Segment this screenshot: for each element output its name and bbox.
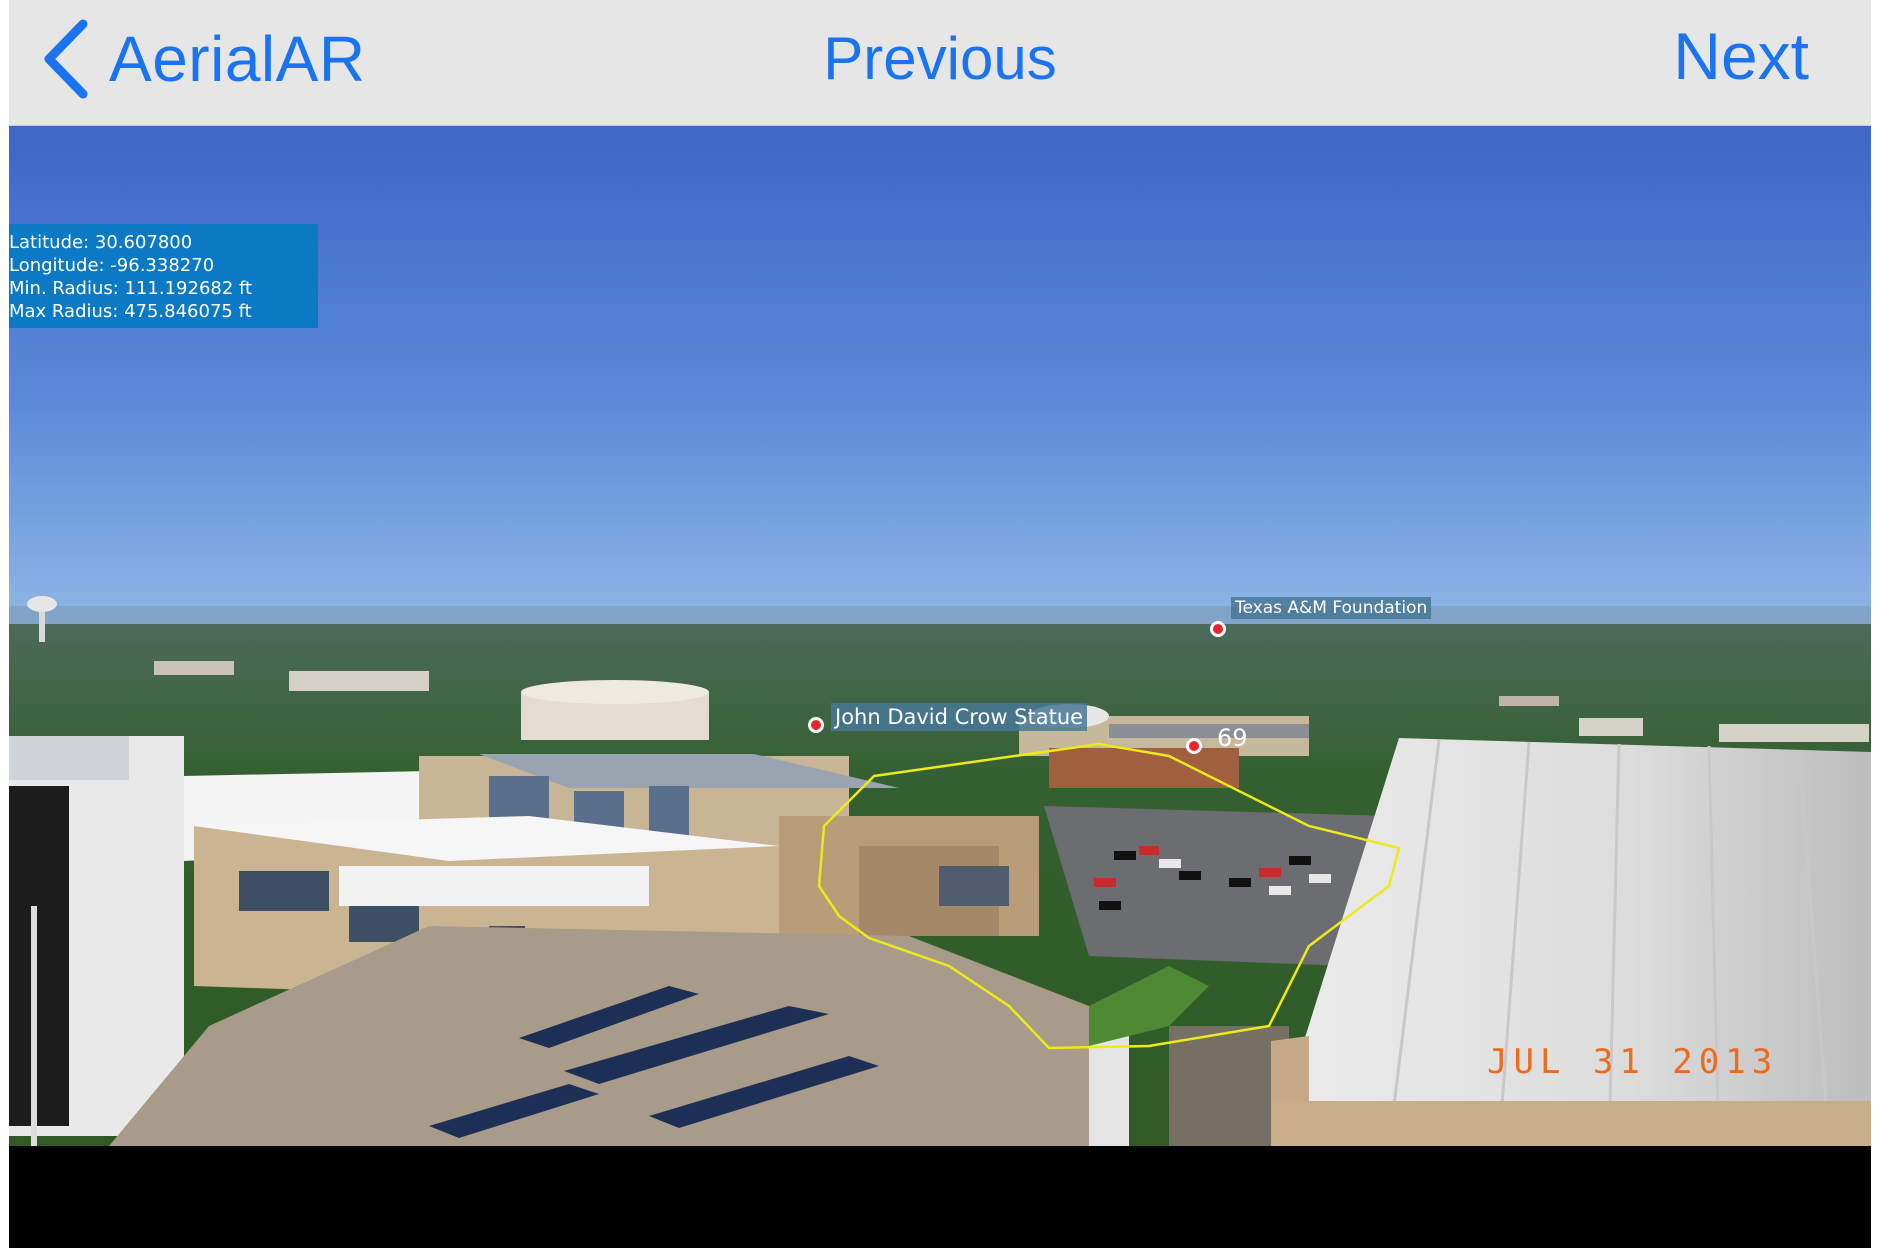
poi-label-texas-am-foundation[interactable]: Texas A&M Foundation bbox=[1231, 597, 1432, 619]
bottom-letterbox bbox=[9, 1146, 1871, 1248]
latitude-text: Latitude: 30.607800 bbox=[9, 232, 193, 253]
longitude-text: Longitude: -96.338270 bbox=[9, 255, 215, 276]
location-info-panel: Latitude: 30.607800 Longitude: -96.33827… bbox=[9, 224, 318, 328]
app-screen: AerialAR Previous Next Latitude: 30.6078… bbox=[9, 0, 1871, 1248]
next-button[interactable]: Next bbox=[1673, 18, 1809, 94]
map-pin-dot-icon[interactable] bbox=[1186, 738, 1202, 754]
previous-button[interactable]: Previous bbox=[823, 25, 1056, 92]
previous-button-wrap: Previous bbox=[9, 24, 1871, 93]
poi-label-john-david-crow-statue[interactable]: John David Crow Statue bbox=[831, 703, 1088, 731]
max-radius-text: Max Radius: 475.846075 ft bbox=[9, 301, 252, 322]
aerial-photo-view[interactable]: Latitude: 30.607800 Longitude: -96.33827… bbox=[9, 126, 1871, 1146]
photo-date-stamp: JUL 31 2013 bbox=[1487, 1042, 1779, 1082]
map-pin-dot-icon[interactable] bbox=[1210, 621, 1226, 637]
min-radius-text: Min. Radius: 111.192682 ft bbox=[9, 278, 253, 299]
map-pin-dot-icon[interactable] bbox=[808, 717, 824, 733]
navigation-bar: AerialAR Previous Next bbox=[9, 0, 1871, 126]
poi-cluster-count[interactable]: 69 bbox=[1217, 724, 1248, 752]
